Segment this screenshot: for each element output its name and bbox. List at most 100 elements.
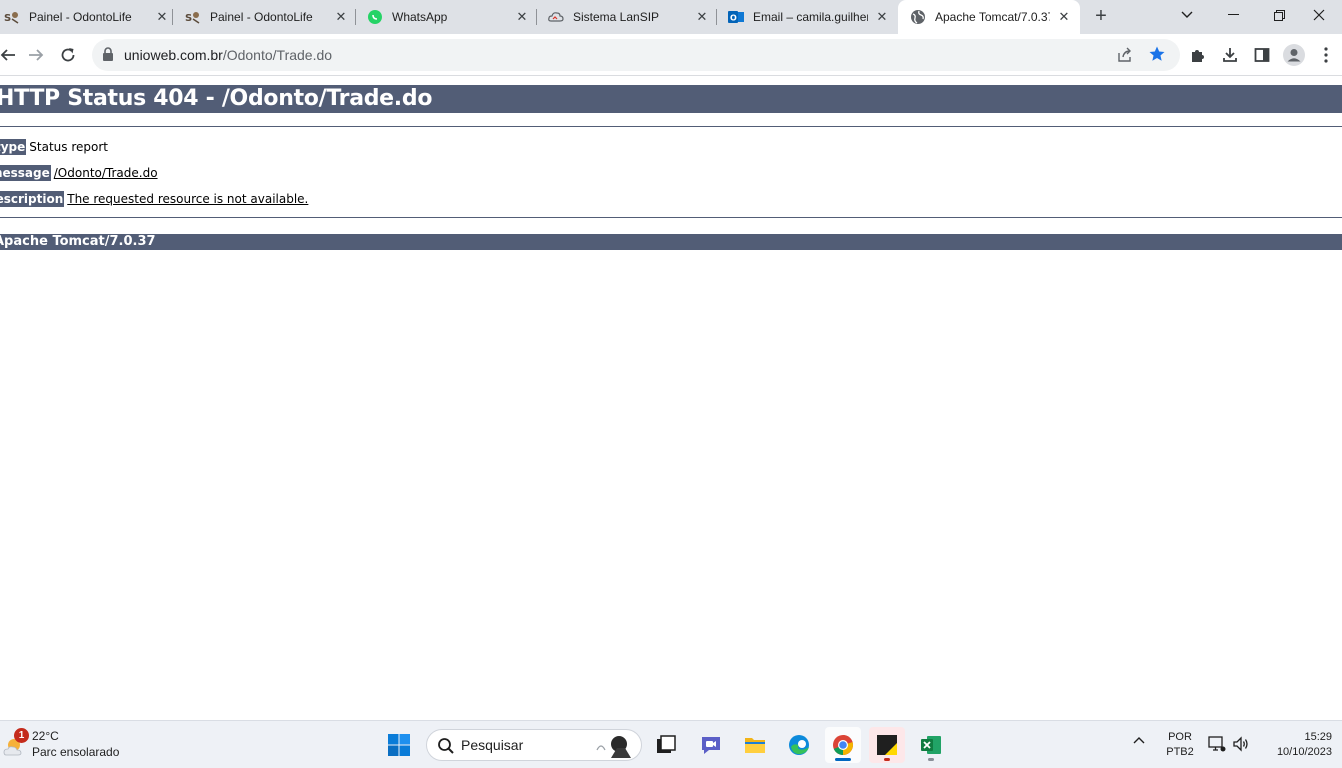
globe-icon — [910, 9, 926, 25]
address-bar[interactable]: unioweb.com.br/Odonto/Trade.do — [92, 39, 1180, 71]
minimize-icon — [1227, 14, 1239, 15]
search-icon — [438, 738, 454, 754]
chevron-down-icon — [1181, 11, 1193, 18]
search-placeholder: Pesquisar — [461, 737, 524, 753]
browser-tab-active[interactable]: Apache Tomcat/7.0.37 ✕ — [898, 0, 1080, 34]
odontolife-icon: S — [4, 9, 20, 25]
profile-button[interactable] — [1282, 43, 1306, 67]
reload-button[interactable] — [56, 43, 80, 67]
download-icon — [1223, 48, 1237, 62]
svg-text:O: O — [730, 14, 737, 23]
start-button[interactable] — [381, 727, 417, 763]
windows-icon — [388, 734, 410, 756]
divider — [0, 126, 1342, 127]
tab-separator — [355, 9, 356, 25]
teams-chat-button[interactable] — [693, 727, 729, 763]
lock-icon[interactable] — [102, 47, 114, 66]
weather-temp: 22°C — [32, 729, 59, 743]
folder-icon — [745, 738, 765, 753]
side-panel-button[interactable] — [1250, 43, 1274, 67]
close-window-button[interactable] — [1296, 0, 1342, 30]
excel-button[interactable] — [913, 727, 949, 763]
tab-title: Email – camila.guilher — [753, 10, 868, 24]
back-button[interactable] — [0, 43, 20, 67]
sticky-notes-button[interactable] — [869, 727, 905, 763]
edge-button[interactable] — [781, 727, 817, 763]
side-panel-icon — [1254, 48, 1270, 62]
active-app-indicator — [835, 758, 851, 761]
sticky-note-icon — [877, 735, 897, 755]
type-row: typeStatus report — [0, 139, 108, 155]
close-icon[interactable]: ✕ — [514, 9, 530, 25]
description-label: description — [0, 191, 65, 207]
puzzle-icon — [1192, 50, 1204, 62]
chrome-button[interactable] — [825, 727, 861, 763]
type-value: Status report — [29, 140, 108, 154]
new-tab-button[interactable]: + — [1090, 6, 1112, 28]
extensions-button[interactable] — [1186, 43, 1210, 67]
taskbar: 1 22°C Parc ensolarado Pesquisar POR PTB… — [0, 720, 1342, 768]
message-value: /Odonto/Trade.do — [53, 166, 158, 180]
task-view-button[interactable] — [648, 727, 684, 763]
chrome-icon — [833, 735, 853, 756]
input-language[interactable]: POR PTB2 — [1164, 730, 1196, 760]
browser-tab[interactable]: WhatsApp ✕ — [367, 0, 530, 34]
message-label: message — [0, 165, 51, 181]
language-code: POR — [1168, 731, 1192, 743]
share-icon[interactable] — [1116, 46, 1134, 69]
tab-title: Painel - OdontoLife — [210, 10, 313, 24]
more-vert-icon — [1324, 47, 1328, 63]
tab-title: Painel - OdontoLife — [29, 10, 132, 24]
tab-title: Apache Tomcat/7.0.37 — [935, 10, 1050, 24]
browser-menu-button[interactable] — [1314, 43, 1338, 67]
arrow-right-icon — [29, 49, 44, 61]
weather-condition: Parc ensolarado — [32, 745, 120, 759]
keyboard-layout: PTB2 — [1166, 746, 1194, 758]
outlook-icon: O — [728, 9, 744, 25]
volume-icon[interactable] — [1232, 735, 1250, 753]
arrow-left-icon — [0, 49, 15, 61]
close-icon[interactable]: ✕ — [874, 9, 890, 25]
forward-button[interactable] — [24, 43, 48, 67]
url-path: /Odonto/Trade.do — [222, 47, 333, 63]
odontolife-icon: S — [185, 9, 201, 25]
tab-separator — [172, 9, 173, 25]
attention-indicator — [884, 758, 890, 761]
svg-text:S: S — [4, 13, 11, 24]
search-highlight-icon — [596, 736, 631, 758]
file-explorer-button[interactable] — [737, 727, 773, 763]
browser-tab[interactable]: S Painel - OdontoLife ✕ — [4, 0, 170, 34]
tab-title: Sistema LanSIP — [573, 10, 660, 24]
tab-title: WhatsApp — [392, 10, 448, 24]
browser-tab[interactable]: Sistema LanSIP ✕ — [548, 0, 710, 34]
page-title: HTTP Status 404 - /Odonto/Trade.do — [0, 85, 1342, 113]
browser-tab[interactable]: S Painel - OdontoLife ✕ — [185, 0, 349, 34]
excel-icon — [921, 736, 941, 754]
tab-separator — [536, 9, 537, 25]
tab-search-button[interactable] — [1164, 0, 1210, 30]
close-icon[interactable]: ✕ — [154, 9, 170, 25]
taskbar-search[interactable]: Pesquisar — [426, 729, 642, 761]
browser-tab[interactable]: O Email – camila.guilher ✕ — [728, 0, 890, 34]
cloud-icon — [548, 9, 564, 25]
description-value: The requested resource is not available. — [67, 192, 309, 206]
page-content: HTTP Status 404 - /Odonto/Trade.do typeS… — [0, 77, 1342, 720]
minimize-button[interactable] — [1210, 0, 1256, 30]
chevron-up-icon[interactable] — [1132, 735, 1146, 745]
system-clock[interactable]: 15:29 10/10/2023 — [1262, 730, 1332, 760]
svg-text:S: S — [185, 13, 192, 24]
description-row: descriptionThe requested resource is not… — [0, 191, 308, 207]
browser-toolbar: unioweb.com.br/Odonto/Trade.do — [0, 34, 1342, 76]
close-icon[interactable]: ✕ — [1056, 9, 1072, 25]
close-icon[interactable]: ✕ — [694, 9, 710, 25]
url-text: unioweb.com.br/Odonto/Trade.do — [124, 47, 332, 63]
downloads-button[interactable] — [1218, 43, 1242, 67]
restore-icon — [1273, 9, 1285, 21]
running-indicator — [928, 758, 934, 761]
close-icon[interactable]: ✕ — [333, 9, 349, 25]
network-icon[interactable] — [1208, 735, 1226, 753]
tab-separator — [716, 9, 717, 25]
clock-time: 15:29 — [1304, 731, 1332, 743]
bookmark-star-icon[interactable] — [1148, 45, 1166, 68]
type-label: type — [0, 139, 27, 155]
